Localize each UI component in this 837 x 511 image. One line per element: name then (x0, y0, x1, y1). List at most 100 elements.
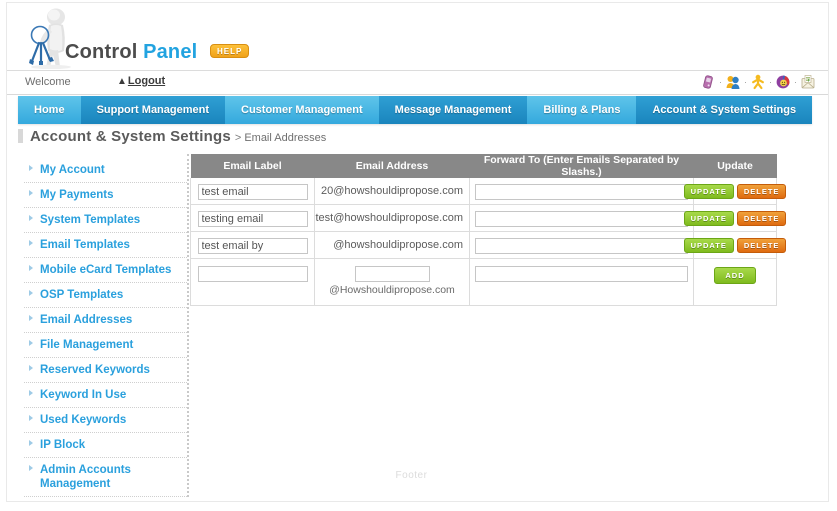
smiley-badge-icon[interactable] (775, 74, 791, 90)
chevron-right-icon (29, 315, 33, 321)
email-address-text: @howshouldipropose.com (333, 239, 463, 251)
cell-forward-to (469, 204, 694, 232)
chevron-right-icon (29, 190, 33, 196)
nav-tab-support-management[interactable]: Support Management (80, 96, 226, 124)
sidebar-item-mobile-ecard-templates[interactable]: Mobile eCard Templates (24, 258, 187, 283)
icon-separator: · (794, 77, 797, 87)
header-icon-tray: · · · · (700, 74, 816, 90)
cell-email-address: test@howshouldipropose.com (314, 204, 470, 232)
welcome-bar: Welcome ▲Logout · · · · (7, 71, 828, 95)
cell-email-label (190, 231, 315, 259)
cell-email-address: @howshouldipropose.com (314, 231, 470, 259)
add-button[interactable]: ADD (714, 267, 756, 284)
column-header-forward-to: Forward To (Enter Emails Separated by Sl… (469, 154, 694, 178)
email-addresses-panel: Email Label Email Address Forward To (En… (190, 154, 790, 306)
table-row: 20@howshouldipropose.com UPDATEDELETE (190, 178, 787, 205)
email-label-input[interactable] (197, 211, 308, 227)
brand-word-panel: Panel (143, 41, 198, 63)
page-title: Account & System Settings (30, 128, 231, 145)
table-body: 20@howshouldipropose.comUPDATEDELETEtest… (190, 178, 787, 306)
sidebar-item-my-account[interactable]: My Account (24, 158, 187, 183)
chevron-right-icon (29, 415, 33, 421)
new-email-label-input[interactable] (197, 266, 308, 282)
email-label-input[interactable] (197, 184, 308, 200)
cell-actions: UPDATE DELETE (683, 178, 787, 205)
welcome-text: Welcome (25, 76, 71, 88)
table-header-row: Email Label Email Address Forward To (En… (190, 154, 777, 178)
mail-envelope-icon[interactable] (800, 74, 816, 90)
cell-email-label (190, 204, 315, 232)
email-address-text: test@howshouldipropose.com (315, 212, 463, 224)
sidebar-item-file-management[interactable]: File Management (24, 333, 187, 358)
cell-forward-to (469, 178, 694, 205)
sidebar-item-label: My Payments (40, 189, 114, 201)
new-forward-to-input[interactable] (475, 266, 688, 282)
sidebar-item-used-keywords[interactable]: Used Keywords (24, 408, 187, 433)
nav-tab-message-management[interactable]: Message Management (378, 96, 528, 124)
sidebar-item-label: Reserved Keywords (40, 364, 150, 376)
main-navigation: Home Support Management Customer Managemen… (18, 96, 813, 124)
sidebar-item-label: Email Addresses (40, 314, 133, 326)
breadcrumb-current: Email Addresses (244, 132, 327, 144)
logout-link[interactable]: ▲Logout (117, 75, 165, 87)
nav-tab-account-system-settings[interactable]: Account & System Settings (636, 96, 813, 124)
sidebar-item-email-templates[interactable]: Email Templates (24, 233, 187, 258)
sidebar-item-label: Used Keywords (40, 414, 127, 426)
email-address-text: 20@howshouldipropose.com (320, 185, 463, 197)
icon-separator: · (769, 77, 772, 87)
sidebar-item-label: Mobile eCard Templates (40, 264, 172, 276)
chevron-right-icon (29, 165, 33, 171)
sidebar-item-osp-templates[interactable]: OSP Templates (24, 283, 187, 308)
column-header-email-label: Email Label (190, 154, 315, 178)
delete-button[interactable]: DELETE (736, 210, 787, 226)
table-row: test@howshouldipropose.com UPDATEDELETE (190, 204, 787, 232)
update-button[interactable]: UPDATE (683, 183, 734, 199)
sidebar-item-my-payments[interactable]: My Payments (24, 183, 187, 208)
sidebar-item-email-addresses[interactable]: Email Addresses (24, 308, 187, 333)
table-row: @howshouldipropose.com UPDATEDELETE (190, 231, 787, 259)
mobile-phone-icon[interactable] (700, 74, 716, 90)
help-button[interactable]: HELP (209, 44, 250, 58)
nav-tab-billing-plans[interactable]: Billing & Plans (527, 96, 637, 124)
sidebar-item-ip-block[interactable]: IP Block (24, 433, 187, 458)
person-yellow-icon[interactable] (750, 74, 766, 90)
sidebar-item-label: Email Templates (40, 239, 130, 251)
user-group-icon[interactable] (725, 74, 741, 90)
cell-email-address: 20@howshouldipropose.com (314, 178, 470, 205)
logout-label: Logout (127, 75, 166, 87)
chevron-right-icon (29, 390, 33, 396)
brand-word-control: Control (65, 41, 138, 63)
delete-button[interactable]: DELETE (736, 237, 787, 253)
column-header-update: Update (693, 154, 777, 178)
chevron-right-icon (29, 365, 33, 371)
delete-button[interactable]: DELETE (736, 183, 787, 199)
up-arrow-icon: ▲ (117, 76, 127, 87)
forward-to-input[interactable] (475, 211, 688, 227)
update-button[interactable]: UPDATE (683, 237, 734, 253)
sidebar-item-keyword-in-use[interactable]: Keyword In Use (24, 383, 187, 408)
footer: Footer (395, 470, 428, 481)
nav-tab-home[interactable]: Home (18, 96, 81, 124)
new-email-address-input[interactable] (354, 266, 430, 282)
sidebar-item-label: Keyword In Use (40, 389, 127, 401)
chevron-right-icon (29, 340, 33, 346)
app-window: Control Panel HELP Welcome ▲Logout · · ·… (0, 0, 837, 511)
nav-tab-customer-management[interactable]: Customer Management (225, 96, 379, 124)
chevron-right-icon (29, 215, 33, 221)
chevron-right-icon (29, 290, 33, 296)
cell-actions: UPDATE DELETE (683, 204, 787, 232)
forward-to-input[interactable] (475, 238, 688, 254)
sidebar-item-label: My Account (40, 164, 105, 176)
cell-email-label (190, 178, 315, 205)
cell-new-forward-to (469, 258, 694, 306)
sidebar-item-reserved-keywords[interactable]: Reserved Keywords (24, 358, 187, 383)
forward-to-input[interactable] (475, 184, 688, 200)
email-addresses-table: Email Label Email Address Forward To (En… (190, 154, 787, 306)
sidebar-item-system-templates[interactable]: System Templates (24, 208, 187, 233)
email-domain-suffix: @Howshouldipropose.com (329, 284, 455, 296)
sidebar-item-label: IP Block (40, 439, 86, 451)
chevron-right-icon (29, 265, 33, 271)
email-label-input[interactable] (197, 238, 308, 254)
update-button[interactable]: UPDATE (683, 210, 734, 226)
chevron-right-icon (29, 240, 33, 246)
